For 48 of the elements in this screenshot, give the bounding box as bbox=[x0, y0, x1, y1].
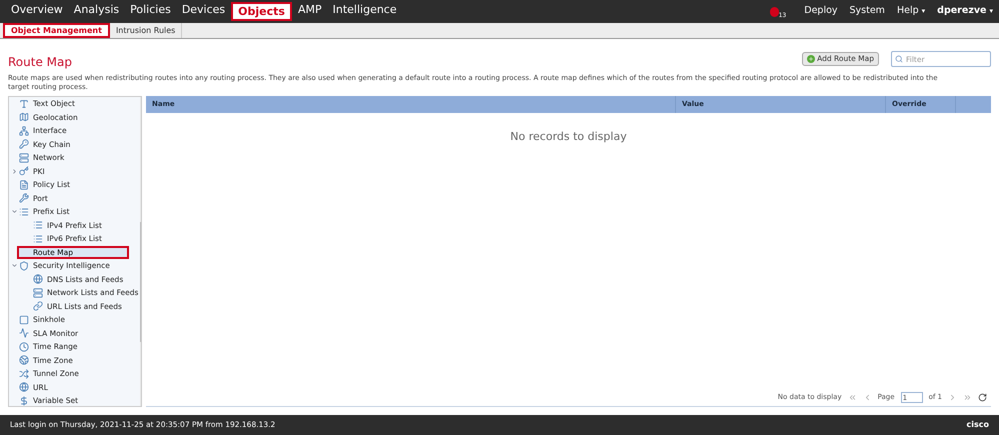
text-icon bbox=[19, 98, 29, 109]
alert-icon[interactable] bbox=[770, 6, 779, 16]
page-title: Route Map bbox=[8, 54, 72, 71]
square-icon bbox=[19, 314, 29, 325]
header-link[interactable]: Deploy bbox=[804, 4, 838, 19]
pulse-icon bbox=[19, 328, 29, 338]
document-icon bbox=[19, 180, 29, 190]
dollar-icon bbox=[19, 396, 29, 406]
key-icon bbox=[19, 139, 29, 150]
scrollbar[interactable] bbox=[140, 97, 141, 406]
next-page-icon[interactable] bbox=[948, 393, 957, 402]
shield-icon bbox=[19, 260, 29, 271]
empty-message: No records to display bbox=[510, 130, 627, 143]
first-page-icon[interactable] bbox=[848, 393, 857, 402]
globe-icon bbox=[19, 382, 29, 392]
expander-icon[interactable] bbox=[11, 262, 19, 270]
key-icon bbox=[19, 166, 29, 176]
refresh-icon[interactable] bbox=[978, 393, 987, 402]
map-icon bbox=[19, 112, 29, 122]
search-icon bbox=[895, 55, 903, 63]
globe-icon bbox=[19, 355, 29, 366]
sub-nav-tab[interactable]: Object Management bbox=[3, 23, 110, 38]
nav-tab[interactable]: Devices bbox=[176, 2, 230, 21]
nav-tab[interactable]: Analysis bbox=[68, 2, 124, 21]
expander-icon[interactable] bbox=[11, 208, 19, 216]
add-icon bbox=[807, 55, 816, 63]
shuffle-icon bbox=[19, 368, 29, 379]
header-link[interactable]: dperezve bbox=[937, 4, 986, 19]
list-icon bbox=[33, 220, 43, 230]
nav-tab[interactable]: Overview bbox=[6, 2, 68, 21]
header-link[interactable]: Help bbox=[896, 4, 919, 19]
list-icon bbox=[19, 206, 29, 217]
nav-tab[interactable]: Policies bbox=[125, 2, 176, 21]
sub-nav-tab[interactable]: Intrusion Rules bbox=[110, 23, 182, 38]
network-icon bbox=[19, 126, 29, 136]
server-icon bbox=[33, 288, 43, 298]
last-page-icon[interactable] bbox=[963, 393, 972, 402]
wrench-icon bbox=[19, 193, 29, 204]
globe-icon bbox=[33, 274, 43, 284]
server-icon bbox=[19, 152, 29, 163]
nav-tab[interactable]: AMP bbox=[292, 2, 327, 21]
logo: cisco bbox=[966, 419, 989, 431]
nav-tab[interactable]: Objects bbox=[231, 2, 292, 21]
clock-icon bbox=[19, 342, 29, 352]
link-icon bbox=[33, 301, 43, 312]
header-link[interactable]: System bbox=[850, 4, 885, 19]
nav-tab[interactable]: Intelligence bbox=[328, 2, 402, 21]
list-icon bbox=[33, 234, 43, 244]
